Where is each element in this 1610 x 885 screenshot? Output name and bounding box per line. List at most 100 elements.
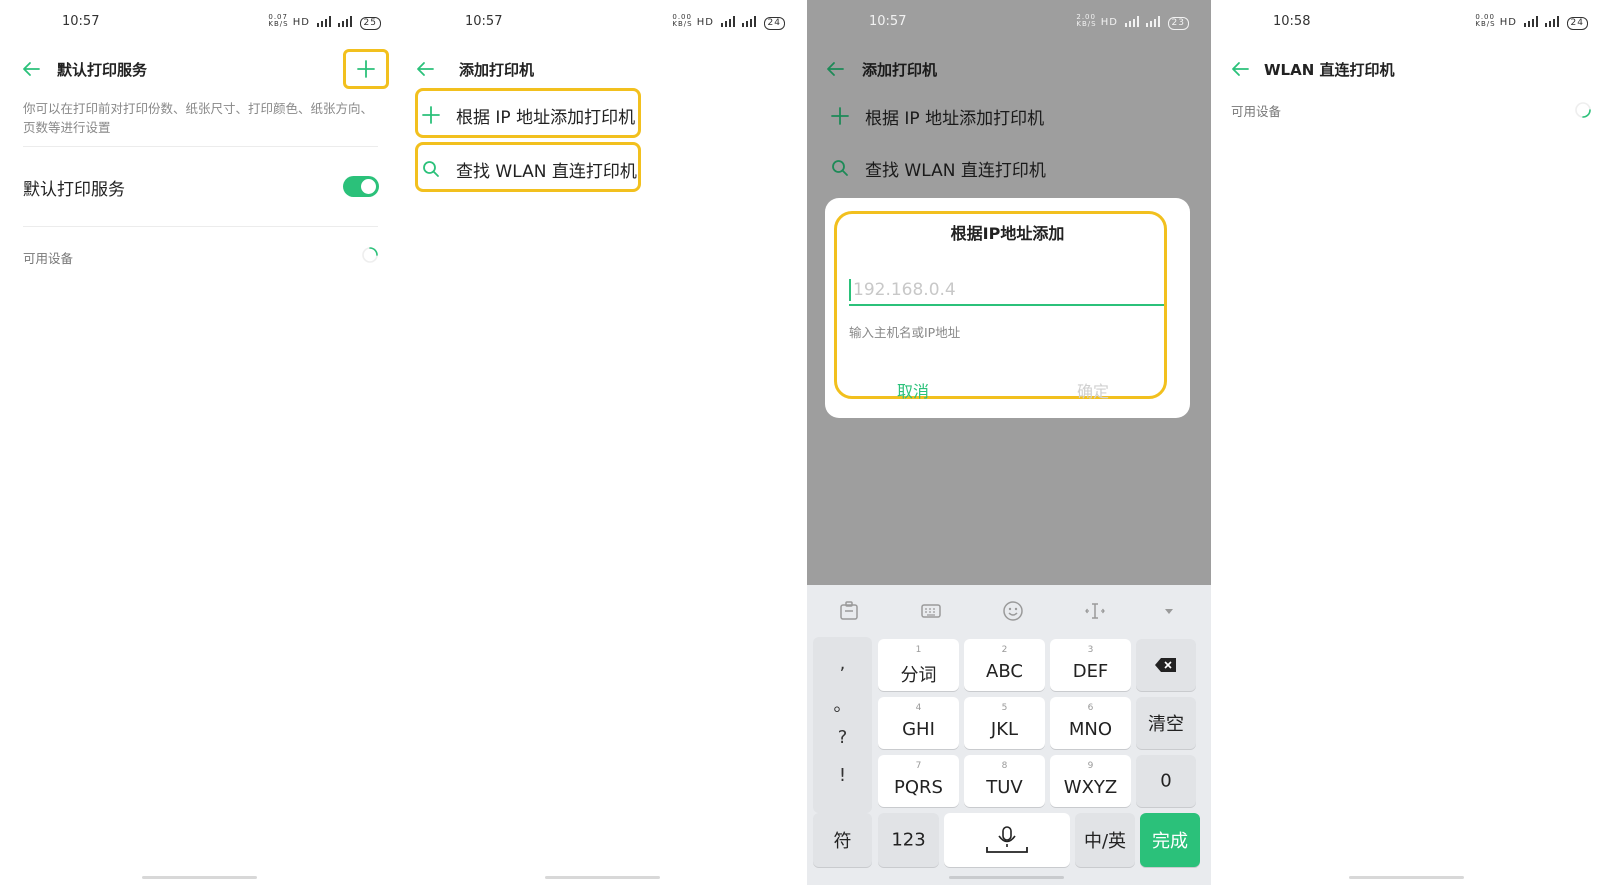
back-arrow-icon[interactable] bbox=[20, 58, 42, 80]
signal-icon-2 bbox=[1545, 16, 1560, 28]
cancel-button[interactable]: 取消 bbox=[897, 378, 929, 402]
panel-default-print-service: 10:57 0.07 KB/S HD 25 默认打印服务 你可以在打印前对打印份… bbox=[0, 0, 403, 885]
clear-key[interactable]: 清空 bbox=[1136, 697, 1196, 749]
find-wlan-direct-item[interactable]: 查找 WLAN 直连打印机 bbox=[415, 142, 641, 192]
key-1[interactable]: 1 分词 bbox=[878, 639, 959, 691]
key-digit: 7 bbox=[915, 761, 922, 771]
punct-exclaim[interactable]: ! bbox=[813, 765, 872, 786]
key-digit: 6 bbox=[1087, 703, 1094, 713]
key-label: 123 bbox=[891, 829, 926, 851]
key-label: 完成 bbox=[1152, 831, 1188, 852]
add-by-ip-item[interactable]: 根据 IP 地址添加打印机 bbox=[827, 92, 1053, 142]
network-speed: 2.00 KB/S bbox=[1076, 13, 1097, 28]
punct-period[interactable]: 。 bbox=[813, 691, 872, 717]
emoji-icon[interactable] bbox=[1001, 599, 1025, 623]
status-bar: 10:57 0.07 KB/S HD 25 bbox=[0, 12, 403, 32]
input-hint: 输入主机名或IP地址 bbox=[849, 325, 961, 340]
key-6[interactable]: 6 MNO bbox=[1050, 697, 1131, 749]
hd-icon: HD bbox=[696, 17, 714, 28]
back-arrow-icon[interactable] bbox=[414, 58, 436, 80]
battery-icon: 24 bbox=[763, 17, 785, 30]
key-digit: 3 bbox=[1087, 645, 1094, 655]
key-label: ABC bbox=[986, 661, 1023, 682]
confirm-button[interactable]: 确定 bbox=[1077, 378, 1109, 402]
signal-icon bbox=[1125, 16, 1140, 28]
key-2[interactable]: 2 ABC bbox=[964, 639, 1045, 691]
symbols-key[interactable]: 符 bbox=[813, 813, 872, 867]
dialog-title: 根据IP地址添加 bbox=[950, 224, 1065, 243]
key-8[interactable]: 8 TUV bbox=[964, 755, 1045, 807]
cursor-move-icon[interactable] bbox=[1083, 599, 1107, 623]
status-icons: 0.00 KB/S HD 24 bbox=[1475, 14, 1588, 30]
status-bar: 10:57 0.00 KB/S HD 24 bbox=[403, 12, 807, 32]
status-icons: 0.00 KB/S HD 24 bbox=[672, 14, 785, 30]
add-printer-button[interactable] bbox=[343, 49, 389, 89]
key-0[interactable]: 0 bbox=[1136, 755, 1196, 807]
settings-description: 你可以在打印前对打印份数、纸张尺寸、打印颜色、纸张方向、页数等进行设置 bbox=[23, 101, 374, 135]
collapse-keyboard-icon[interactable] bbox=[1157, 599, 1181, 623]
divider bbox=[23, 226, 378, 227]
title-bar: 添加打印机 bbox=[807, 52, 1211, 88]
ip-address-input[interactable]: 192.168.0.4 bbox=[849, 276, 1164, 306]
panel-wlan-direct-printer: 10:58 0.00 KB/S HD 24 WLAN 直连打印机 可用设备 bbox=[1211, 0, 1610, 885]
key-3[interactable]: 3 DEF bbox=[1050, 639, 1131, 691]
divider bbox=[23, 146, 378, 147]
punct-question[interactable]: ? bbox=[813, 727, 872, 748]
page-title: 添加打印机 bbox=[459, 61, 535, 79]
key-5[interactable]: 5 JKL bbox=[964, 697, 1045, 749]
key-label: 中/英 bbox=[1083, 831, 1127, 852]
key-digit: 2 bbox=[1001, 645, 1008, 655]
done-key[interactable]: 完成 bbox=[1140, 813, 1200, 867]
search-icon bbox=[832, 160, 848, 176]
signal-icon bbox=[721, 16, 736, 28]
network-speed: 0.00 KB/S bbox=[672, 13, 693, 28]
punct-comma[interactable]: , bbox=[813, 653, 872, 674]
space-voice-key[interactable] bbox=[944, 813, 1070, 867]
key-4[interactable]: 4 GHI bbox=[878, 697, 959, 749]
find-wlan-direct-item[interactable]: 查找 WLAN 直连打印机 bbox=[827, 144, 1053, 194]
key-label: GHI bbox=[902, 719, 935, 740]
clipboard-icon[interactable] bbox=[837, 599, 861, 623]
keyboard-toolbar bbox=[807, 585, 1211, 637]
keyboard: , 。 ? ! 1 分词 2 ABC 3 DEF 4 GHI 5 JKL 6 MNO 清空 … bbox=[807, 585, 1211, 885]
add-by-ip-dialog: 根据IP地址添加 192.168.0.4 输入主机名或IP地址 取消 确定 bbox=[825, 198, 1190, 418]
loading-spinner-icon bbox=[362, 247, 378, 263]
back-arrow-icon[interactable] bbox=[1229, 58, 1251, 80]
backspace-key[interactable] bbox=[1136, 639, 1196, 691]
status-time: 10:57 bbox=[869, 14, 907, 29]
page-title: 默认打印服务 bbox=[57, 61, 148, 79]
home-indicator[interactable] bbox=[142, 876, 257, 879]
key-label: JKL bbox=[990, 719, 1019, 740]
add-by-ip-item[interactable]: 根据 IP 地址添加打印机 bbox=[415, 88, 641, 138]
language-switch-key[interactable]: 中/英 bbox=[1075, 813, 1135, 867]
title-bar: 添加打印机 bbox=[403, 52, 807, 88]
title-bar: WLAN 直连打印机 bbox=[1211, 52, 1610, 88]
punctuation-column: , 。 ? ! bbox=[813, 637, 872, 813]
key-digit: 8 bbox=[1001, 761, 1008, 771]
status-bar: 10:57 2.00 KB/S HD 23 bbox=[807, 12, 1211, 32]
key-label: PQRS bbox=[894, 777, 943, 798]
key-label: 0 bbox=[1160, 770, 1172, 792]
hd-icon: HD bbox=[1100, 17, 1118, 28]
home-indicator[interactable] bbox=[545, 876, 660, 879]
key-7[interactable]: 7 PQRS bbox=[878, 755, 959, 807]
add-by-ip-label: 根据 IP 地址添加打印机 bbox=[865, 109, 1045, 129]
key-digit: 9 bbox=[1087, 761, 1094, 771]
status-time: 10:57 bbox=[62, 14, 100, 29]
key-digit: 1 bbox=[915, 645, 922, 655]
signal-icon bbox=[317, 16, 332, 28]
loading-spinner-icon bbox=[1575, 102, 1591, 118]
numbers-key[interactable]: 123 bbox=[878, 813, 939, 867]
keyboard-layout-icon[interactable] bbox=[919, 599, 943, 623]
battery-icon: 25 bbox=[359, 17, 381, 30]
panel-add-by-ip-dialog: 10:57 2.00 KB/S HD 23 添加打印机 根据 IP 地址添加打印… bbox=[807, 0, 1211, 885]
battery-icon: 23 bbox=[1167, 17, 1189, 30]
key-label: 符 bbox=[833, 831, 852, 852]
home-indicator[interactable] bbox=[949, 876, 1064, 879]
signal-icon-2 bbox=[742, 16, 757, 28]
default-service-toggle[interactable] bbox=[343, 176, 379, 197]
key-9[interactable]: 9 WXYZ bbox=[1050, 755, 1131, 807]
back-arrow-icon[interactable] bbox=[824, 58, 846, 80]
home-indicator[interactable] bbox=[1349, 876, 1464, 879]
default-service-label: 默认打印服务 bbox=[23, 180, 125, 200]
